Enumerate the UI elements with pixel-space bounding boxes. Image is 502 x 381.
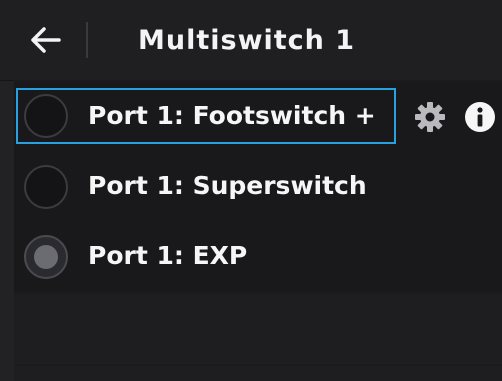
port-label: Port 1: Footswitch + [88,101,376,130]
arrow-left-icon [31,27,61,53]
settings-button[interactable] [412,99,448,135]
info-icon [465,102,495,132]
port-row-superswitch[interactable]: Port 1: Superswitch [14,152,502,222]
empty-row [14,366,502,381]
empty-row [14,294,502,364]
page-title: Multiswitch 1 [138,25,356,56]
port-label: Port 1: EXP [88,241,248,270]
radio-button[interactable] [24,235,68,279]
info-button[interactable] [462,99,498,135]
radio-button[interactable] [24,94,68,138]
port-list: Port 1: Footswitch + Port 1: Superswitch… [14,80,502,381]
back-button[interactable] [26,20,66,60]
gear-icon [415,102,445,132]
port-row-footswitch[interactable]: Port 1: Footswitch + [14,82,502,152]
header-bar: Multiswitch 1 [0,0,502,81]
radio-pressed-dot [34,245,58,269]
multiswitch-screen: Multiswitch 1 Port 1: Footswitch + Port … [0,0,502,381]
port-row-exp[interactable]: Port 1: EXP [14,222,502,292]
port-label: Port 1: Superswitch [88,171,367,200]
header-divider [86,22,88,58]
radio-button[interactable] [24,165,68,209]
